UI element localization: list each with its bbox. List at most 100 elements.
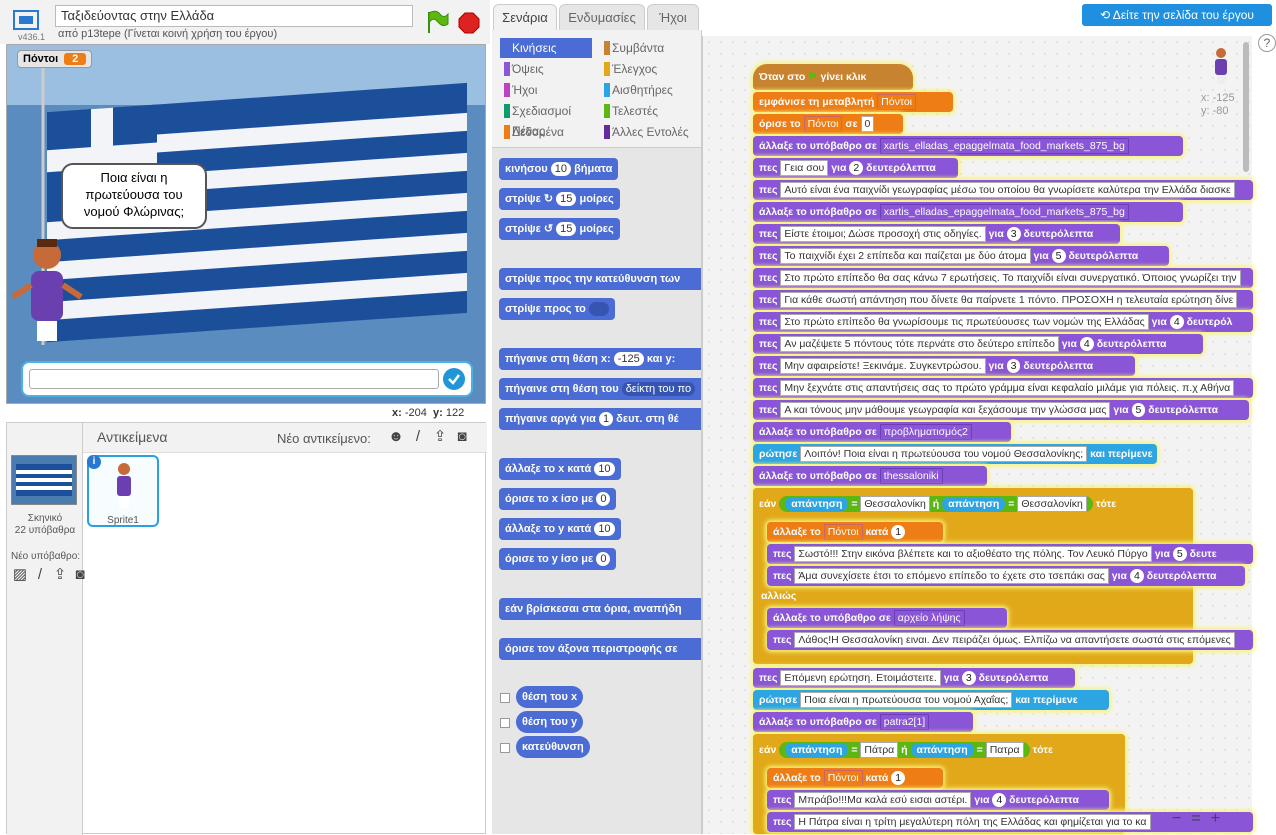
checkbox-y-position[interactable] (500, 718, 510, 728)
block-change-variable[interactable]: άλλαξε το Πόντοι κατά 1 (767, 768, 943, 788)
see-project-page-button[interactable]: ⟲ Δείτε την σελίδα του έργου (1082, 4, 1272, 26)
scripts-area[interactable]: x: -125 y: -80 Όταν στο ⚑ γίνει κλικ εμφά… (702, 36, 1253, 834)
block-ask-and-wait[interactable]: ρώτησε Λοιπόν! Ποια είναι η πρωτεύουσα τ… (753, 444, 1157, 464)
checkbox-x-position[interactable] (500, 693, 510, 703)
tab-costumes[interactable]: Ενδυμασίες (559, 4, 645, 30)
block-turn-left[interactable]: στρίψε ↺ 15 μοίρες (499, 218, 620, 240)
category-sound[interactable]: Ήχοι (500, 80, 592, 100)
zoom-out-icon[interactable]: − (1172, 810, 1181, 830)
block-say-for[interactable]: πες Το παιχνίδι έχει 2 επίπεδα και παίζε… (753, 246, 1169, 266)
block-set-y[interactable]: όρισε το y ίσο με 0 (499, 548, 617, 570)
block-say-for[interactable]: πες Επόμενη ερώτηση. Ετοιμάστειτε. για 3… (753, 668, 1075, 688)
block-say[interactable]: πες Μην ξεχνάτε στις απαντήσεις σας το π… (753, 378, 1253, 398)
block-goto-xy[interactable]: πήγαινε στη θέση x: -125 και y: (499, 348, 701, 370)
sprites-title: Αντικείμενα (97, 429, 168, 445)
block-when-flag-clicked[interactable]: Όταν στο ⚑ γίνει κλικ (753, 64, 913, 90)
category-looks[interactable]: Όψεις (500, 59, 592, 79)
info-icon[interactable]: i (87, 455, 101, 469)
category-data[interactable]: Δεδομένα (500, 122, 592, 142)
if-condition-row[interactable]: εάν απάντηση = Θεσσαλονίκη ή απάντηση = … (753, 488, 1193, 520)
block-say[interactable]: πες Αυτό είναι ένα παιχνίδι γεωγραφίας μ… (753, 180, 1253, 200)
or-operator[interactable]: απάντηση = Θεσσαλονίκη ή απάντηση = Θεσσ… (779, 496, 1093, 512)
answer-input[interactable] (29, 369, 439, 389)
category-pen[interactable]: Σχεδιασμοί Πένας (500, 101, 602, 138)
block-say-for[interactable]: πες Γεια σου για 2 δευτερόλεπτα (753, 158, 958, 178)
block-change-y[interactable]: άλλαξε το y κατά 10 (499, 518, 621, 540)
upload-icon[interactable]: ⇪ (431, 429, 449, 445)
block-switch-backdrop[interactable]: άλλαξε το υπόβαθρο σε patra2[1] (753, 712, 973, 732)
block-say-for[interactable]: πες Α και τόνους μην μάθουμε γεωγραφία κ… (753, 400, 1249, 420)
camera-icon[interactable]: ◙ (453, 429, 471, 445)
block-point-towards[interactable]: στρίψε προς το (499, 298, 615, 320)
current-sprite-icon (1211, 46, 1231, 86)
block-change-variable[interactable]: άλλαξε το Πόντοι κατά 1 (767, 522, 943, 542)
paint-brush-icon[interactable]: / (409, 429, 427, 445)
block-say[interactable]: πες Για κάθε σωστή απάντηση που δίνετε θ… (753, 290, 1253, 310)
category-control[interactable]: Έλεγχος (600, 59, 692, 79)
block-say-for[interactable]: πες Στο πρώτο επίπεδο θα γνωρίσουμε τις … (753, 312, 1253, 332)
reporter-y-position[interactable]: θέση του y (516, 711, 584, 733)
new-backdrop-label: Νέο υπόβαθρο: (11, 551, 81, 562)
variable-name: Πόντοι (23, 53, 59, 65)
reporter-x-position[interactable]: θέση του x (516, 686, 584, 708)
block-say[interactable]: πες Λάθος!Η Θεσσαλονίκη ειναι. Δεν πειρά… (767, 630, 1253, 650)
help-icon[interactable]: ? (1258, 34, 1276, 52)
sprite-position-readout: x: -125 y: -80 (1201, 92, 1235, 117)
reporter-direction[interactable]: κατεύθυνση (516, 736, 590, 758)
block-point-direction[interactable]: στρίψε προς την κατεύθυνση των (499, 268, 701, 290)
block-switch-backdrop[interactable]: άλλαξε το υπόβαθρο σε xartis_elladas_epa… (753, 136, 1183, 156)
paint-brush-icon[interactable]: / (31, 567, 49, 583)
block-switch-backdrop[interactable]: άλλαξε το υπόβαθρο σε προβληματισμός2 (753, 422, 1011, 442)
category-sensing[interactable]: Αισθητήρες (600, 80, 692, 100)
block-ask-and-wait[interactable]: ρώτησε Ποια είναι η πρωτεύουσα του νομού… (753, 690, 1109, 710)
stage-thumbnail[interactable] (11, 455, 77, 505)
block-goto-object[interactable]: πήγαινε στη θέση του δείκτη του πο (499, 378, 701, 400)
green-flag-icon[interactable] (424, 9, 450, 35)
character-sprite[interactable] (7, 235, 87, 355)
block-say-for[interactable]: πες Είστε έτοιμοι; Δώσε προσοχή στις οδη… (753, 224, 1120, 244)
author-label: από p13tepe (Γίνεται κοινή χρήση του έργ… (58, 28, 278, 40)
vertical-scrollbar[interactable] (1243, 42, 1249, 172)
block-bounce[interactable]: εάν βρίσκεσαι στα όρια, αναπήδη (499, 598, 701, 620)
if-condition-row[interactable]: εάν απάντηση = Πάτρα ή απάντηση = Πατρα … (753, 734, 1125, 766)
sprite-library-icon[interactable]: ☻ (387, 429, 405, 445)
project-title-input[interactable]: Ταξιδεύοντας στην Ελλάδα (55, 5, 413, 27)
block-say-for[interactable]: πες Μην αφαιρείστε! Ξεκινάμε. Συγκεντρώσ… (753, 356, 1135, 376)
block-say[interactable]: πες Στο πρώτο επίπεδο θα σας κάνω 7 ερωτ… (753, 268, 1253, 288)
block-say-for[interactable]: πες Μπράβο!!!Μα καλά εσύ εισαι αστέρι. γ… (767, 790, 1109, 810)
block-switch-backdrop[interactable]: άλλαξε το υπόβαθρο σε thessaloniki (753, 466, 987, 486)
block-show-variable[interactable]: εμφάνισε τη μεταβλητή Πόντοι (753, 92, 953, 112)
category-more-blocks[interactable]: Άλλες Εντολές (600, 122, 700, 142)
sprite-thumbnail[interactable]: i Sprite1 (87, 455, 159, 527)
checkbox-direction[interactable] (500, 743, 510, 753)
tab-scripts[interactable]: Σενάρια (493, 4, 557, 32)
block-move[interactable]: κινήσου 10 βήματα (499, 158, 619, 180)
block-change-x[interactable]: άλλαξε το x κατά 10 (499, 458, 621, 480)
category-motion[interactable]: Κινήσεις (500, 38, 592, 58)
or-operator[interactable]: απάντηση = Πάτρα ή απάντηση = Πατρα (779, 742, 1030, 758)
camera-icon[interactable]: ◙ (71, 567, 89, 583)
stage[interactable]: Πόντοι 2 Ποια είναι η πρωτεύουσα του νομ… (6, 44, 486, 404)
block-say-for[interactable]: πες Αν μαζέψετε 5 πόντους τότε περνάτε σ… (753, 334, 1203, 354)
block-set-variable[interactable]: όρισε το Πόντοι σε 0 (753, 114, 903, 134)
upload-icon[interactable]: ⇪ (51, 567, 69, 583)
checkmark-icon[interactable] (443, 368, 465, 390)
tab-sounds[interactable]: Ήχοι (647, 4, 699, 30)
category-operators[interactable]: Τελεστές (600, 101, 692, 121)
variable-monitor: Πόντοι 2 (17, 50, 93, 68)
block-set-x[interactable]: όρισε το x ίσο με 0 (499, 488, 617, 510)
block-say-for[interactable]: πες Άμα συνεχίσετε έτσι το επόμενο επίπε… (767, 566, 1245, 586)
block-switch-backdrop[interactable]: άλλαξε το υπόβαθρο σε αρχείο λήψης (767, 608, 1007, 628)
zoom-in-icon[interactable]: + (1211, 810, 1220, 830)
category-events[interactable]: Συμβάντα (600, 38, 692, 58)
version-label: v436.1 (18, 32, 46, 42)
zoom-reset-icon[interactable]: = (1191, 810, 1200, 830)
block-turn-right[interactable]: στρίψε ↻ 15 μοίρες (499, 188, 620, 210)
block-rotation-style[interactable]: όρισε τον άξονα περιστροφής σε (499, 638, 701, 660)
sprite-pane: Σκηνικό 22 υπόβαθρα Νέο υπόβαθρο: ▨ / ⇪ … (6, 422, 487, 835)
block-say-for[interactable]: πες Σωστό!!! Στην εικόνα βλέπετε και το … (767, 544, 1253, 564)
image-icon[interactable]: ▨ (11, 567, 29, 583)
block-switch-backdrop[interactable]: άλλαξε το υπόβαθρο σε xartis_elladas_epa… (753, 202, 1183, 222)
stop-icon[interactable] (458, 12, 480, 34)
block-glide[interactable]: πήγαινε αργά για 1 δευτ. στη θέ (499, 408, 701, 430)
